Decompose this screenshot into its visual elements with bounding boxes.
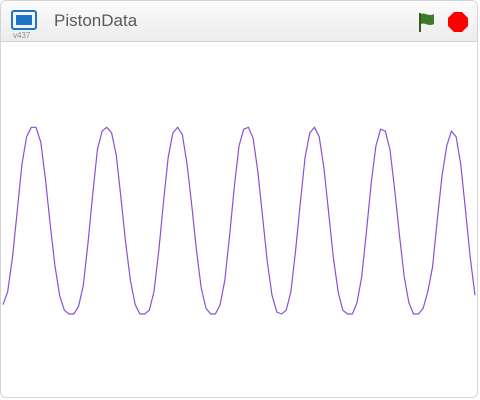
- piston-data-plot: [2, 126, 476, 315]
- scratch-player-window: v437 PistonData: [0, 0, 478, 398]
- series-line-0: [2, 126, 476, 315]
- project-title: PistonData: [54, 11, 138, 30]
- fullscreen-toggle-icon[interactable]: [11, 10, 37, 30]
- title-bar: v437 PistonData: [1, 1, 477, 42]
- stage-canvas[interactable]: [1, 42, 477, 397]
- stop-sign-icon[interactable]: [447, 11, 469, 33]
- version-label: v437: [13, 31, 31, 40]
- green-flag-icon[interactable]: [416, 11, 438, 33]
